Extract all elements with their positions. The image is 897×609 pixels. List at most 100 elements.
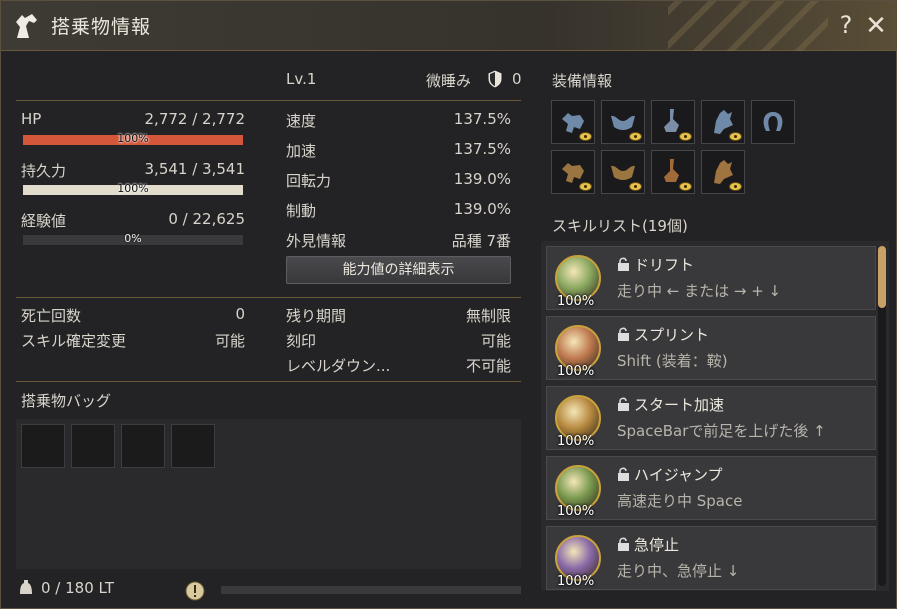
skill-percent: 100% xyxy=(557,574,595,589)
weight-value: 0 / 180 LT xyxy=(41,579,114,597)
stat-label-turning: 回転力 xyxy=(286,172,332,190)
engrave-value: 可能 xyxy=(480,332,511,350)
hp-value: 2,772 / 2,772 xyxy=(144,110,245,128)
remaining-period-value: 無制限 xyxy=(465,307,511,325)
unlock-icon xyxy=(618,537,629,551)
skill-percent: 100% xyxy=(557,294,595,309)
skill-list[interactable]: 100% ドリフト 走り中 ← または → + ↓ 100% スプリント Shi… xyxy=(541,241,889,591)
durability-bar: 100% xyxy=(23,182,243,195)
unlock-icon xyxy=(618,327,629,341)
stat-label-appearance: 外見情報 xyxy=(286,232,347,250)
stirrups-icon[interactable] xyxy=(651,100,695,144)
equipment-title: 装備情報 xyxy=(552,72,613,90)
stat-label-acceleration: 加速 xyxy=(286,142,317,160)
level-down-label: レベルダウン... xyxy=(286,357,391,375)
equipped-eye-icon xyxy=(679,132,692,141)
stat-value-speed: 137.5% xyxy=(453,110,511,128)
bag-slot[interactable] xyxy=(21,424,65,468)
horse-head-icon xyxy=(16,14,37,38)
skill-item[interactable]: 100% 急停止 走り中、急停止 ↓ xyxy=(546,526,876,590)
stat-value-acceleration: 137.5% xyxy=(453,140,511,158)
condition-label: 微睡み xyxy=(426,72,472,90)
death-count-label: 死亡回数 xyxy=(21,307,82,325)
engrave-label: 刻印 xyxy=(286,332,317,350)
shield-value: 0 xyxy=(512,70,522,88)
skill-item[interactable]: 100% ハイジャンプ 高速走り中 Space xyxy=(546,456,876,520)
skill-change-value: 可能 xyxy=(214,332,245,350)
skill-command: Shift (装着：鞍) xyxy=(617,352,728,370)
close-button[interactable]: ✕ xyxy=(863,11,889,41)
skill-item[interactable]: 100% スプリント Shift (装着：鞍) xyxy=(546,316,876,380)
exp-bar: 0% xyxy=(23,232,243,245)
title-decoration xyxy=(668,1,828,51)
skill-command: 走り中、急停止 ↓ xyxy=(617,562,740,580)
unlock-icon xyxy=(618,397,629,411)
divider xyxy=(16,100,521,101)
durability-percent: 100% xyxy=(117,182,149,195)
skill-name: スプリント xyxy=(634,326,710,344)
skill-name: ドリフト xyxy=(634,256,695,274)
durability-value: 3,541 / 3,541 xyxy=(144,160,245,178)
skill-command: 高速走り中 Space xyxy=(617,492,743,510)
footer-progress-bar xyxy=(221,586,521,594)
saddle-icon[interactable] xyxy=(601,150,645,194)
help-button[interactable]: ? xyxy=(835,11,857,41)
hp-bar: 100% xyxy=(23,132,243,145)
skill-item[interactable]: 100% スタート加速 SpaceBarで前足を上げた後 ↑ xyxy=(546,386,876,450)
saddle-icon[interactable] xyxy=(601,100,645,144)
skill-list-scrollbar[interactable] xyxy=(878,246,886,586)
durability-label: 持久力 xyxy=(21,162,67,180)
unlock-icon xyxy=(618,257,629,271)
skill-name: ハイジャンプ xyxy=(634,466,723,484)
equipped-eye-icon xyxy=(579,182,592,191)
show-stat-details-button[interactable]: 能力値の詳細表示 xyxy=(286,256,511,284)
equipped-eye-icon xyxy=(629,182,642,191)
stat-label-speed: 速度 xyxy=(286,112,317,130)
equipped-eye-icon xyxy=(729,132,742,141)
champron-icon[interactable] xyxy=(701,150,745,194)
skill-percent: 100% xyxy=(557,504,595,519)
hp-percent: 100% xyxy=(117,132,149,145)
mount-level: Lv.1 xyxy=(286,70,317,88)
remaining-period-label: 残り期間 xyxy=(286,307,347,325)
skill-list-title: スキルリスト(19個) xyxy=(552,217,688,235)
skill-command: 走り中 ← または → + ↓ xyxy=(617,282,782,300)
stat-value-appearance: 品種 7番 xyxy=(451,232,511,250)
alert-icon[interactable] xyxy=(185,581,205,601)
stat-value-brake: 139.0% xyxy=(453,200,511,218)
stirrups-icon[interactable] xyxy=(651,150,695,194)
unlock-icon xyxy=(618,467,629,481)
bag-slot[interactable] xyxy=(171,424,215,468)
horseshoe-icon[interactable] xyxy=(751,100,795,144)
title-bar[interactable]: 搭乗物情報 ? ✕ xyxy=(1,1,897,51)
skill-command: SpaceBarで前足を上げた後 ↑ xyxy=(617,422,826,440)
divider xyxy=(16,297,521,298)
bag-slot[interactable] xyxy=(121,424,165,468)
exp-value: 0 / 22,625 xyxy=(168,210,245,228)
bag-slot[interactable] xyxy=(71,424,115,468)
skill-name: スタート加速 xyxy=(634,396,725,414)
champron-icon[interactable] xyxy=(701,100,745,144)
barding-icon[interactable] xyxy=(551,100,595,144)
skill-item[interactable]: 100% ドリフト 走り中 ← または → + ↓ xyxy=(546,246,876,310)
equipped-eye-icon xyxy=(629,132,642,141)
mount-info-window: 搭乗物情報 ? ✕ Lv.1 微睡み 0 HP 2,772 / 2,772 10… xyxy=(0,0,897,609)
equipped-eye-icon xyxy=(579,132,592,141)
skill-change-label: スキル確定変更 xyxy=(21,332,127,350)
mount-bag-title: 搭乗物バッグ xyxy=(21,392,112,410)
shield-icon xyxy=(487,69,503,89)
skill-name: 急停止 xyxy=(634,536,680,554)
stat-label-brake: 制動 xyxy=(286,202,317,220)
equipped-eye-icon xyxy=(679,182,692,191)
stat-value-turning: 139.0% xyxy=(453,170,511,188)
window-title: 搭乗物情報 xyxy=(51,16,152,38)
skill-percent: 100% xyxy=(557,434,595,449)
skill-percent: 100% xyxy=(557,364,595,379)
barding-icon[interactable] xyxy=(551,150,595,194)
divider xyxy=(16,381,521,382)
equipped-eye-icon xyxy=(729,182,742,191)
death-count-value: 0 xyxy=(235,305,245,323)
scrollbar-thumb[interactable] xyxy=(878,246,886,308)
level-down-value: 不可能 xyxy=(465,357,511,375)
exp-label: 経験値 xyxy=(21,212,67,230)
